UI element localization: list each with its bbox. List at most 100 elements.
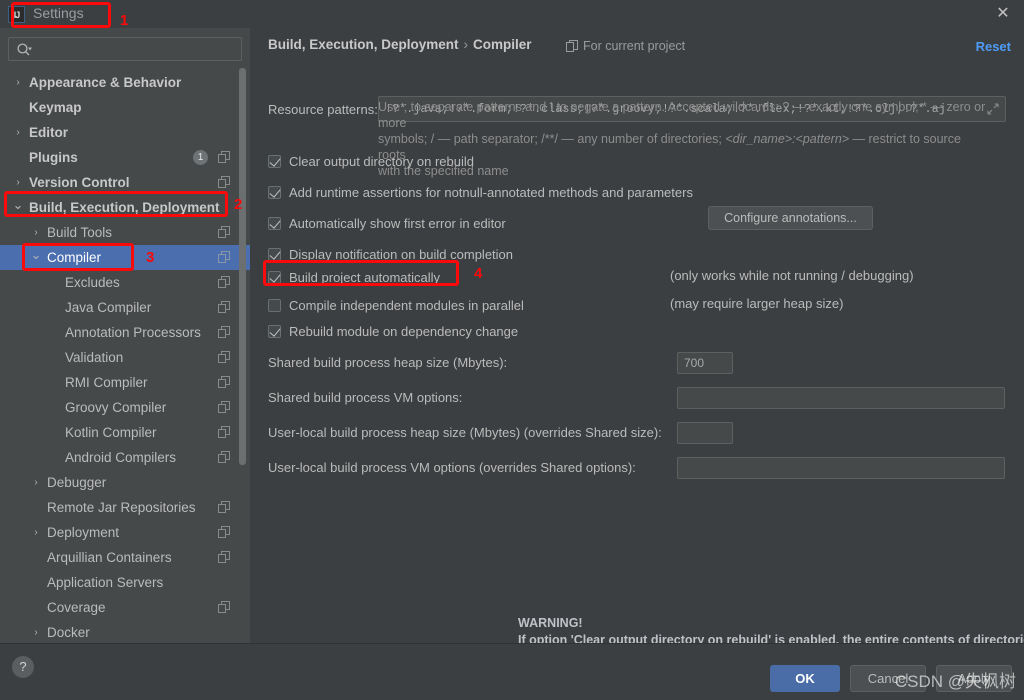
main-panel: Build, Execution, Deployment › Compiler Fo… — [250, 28, 1024, 664]
sidebar-item-label: Keymap — [29, 100, 82, 115]
copy-settings-icon[interactable] — [218, 226, 230, 238]
checkbox-compile-independent-modules-in-parallel[interactable]: Compile independent modules in parallel — [268, 296, 524, 314]
checkbox-indicator[interactable] — [268, 247, 281, 261]
resource-patterns-label: Resource patterns: — [268, 102, 378, 117]
sidebar-item-build-tools[interactable]: › Build Tools — [0, 220, 250, 245]
sidebar-item-rmi-compiler[interactable]: RMI Compiler — [0, 370, 250, 395]
cancel-button-label: Cancel — [867, 671, 909, 686]
copy-settings-icon[interactable] — [218, 376, 230, 388]
checkbox-automatically-show-first-error-in-editor[interactable]: Automatically show first error in editor — [268, 214, 506, 232]
copy-settings-icon[interactable] — [218, 401, 230, 413]
copy-settings-icon[interactable] — [218, 151, 230, 163]
sidebar-item-plugins[interactable]: Plugins 1 — [0, 145, 250, 170]
sidebar-item-remote-jar-repositories[interactable]: Remote Jar Repositories — [0, 495, 250, 520]
sidebar-item-appearance-behavior[interactable]: › Appearance & Behavior — [0, 70, 250, 95]
checkbox-indicator[interactable] — [268, 185, 281, 199]
chevron-right-icon[interactable]: › — [30, 527, 42, 539]
copy-settings-icon[interactable] — [218, 526, 230, 538]
chevron-down-icon[interactable]: ⌄ — [12, 198, 24, 214]
checkbox-label: Compile independent modules in parallel — [289, 297, 524, 313]
sidebar-item-label: Annotation Processors — [65, 325, 201, 340]
field-input[interactable] — [677, 387, 1005, 409]
chevron-right-icon[interactable]: › — [12, 77, 24, 89]
help-icon[interactable]: ? — [12, 656, 34, 678]
sidebar-item-deployment[interactable]: › Deployment — [0, 520, 250, 545]
checkbox-display-notification-on-build-completion[interactable]: Display notification on build completion — [268, 245, 513, 263]
sidebar-item-label: Compiler — [47, 250, 102, 265]
sidebar-item-label: RMI Compiler — [65, 375, 148, 390]
checkbox-indicator[interactable] — [268, 270, 281, 284]
sidebar-item-groovy-compiler[interactable]: Groovy Compiler — [0, 395, 250, 420]
configure-annotations-button[interactable]: Configure annotations... — [708, 206, 873, 230]
checkbox-label: Rebuild module on dependency change — [289, 323, 519, 339]
window-title: Settings — [33, 5, 84, 21]
sidebar-item-excludes[interactable]: Excludes — [0, 270, 250, 295]
checkbox-build-project-automatically[interactable]: Build project automatically — [268, 268, 440, 286]
sidebar-item-label: Application Servers — [47, 575, 164, 590]
copy-settings-icon[interactable] — [218, 301, 230, 313]
checkbox-rebuild-module-on-dependency-change[interactable]: Rebuild module on dependency change — [268, 322, 518, 340]
checkbox-indicator[interactable] — [268, 154, 281, 168]
copy-settings-icon[interactable] — [218, 326, 230, 338]
sidebar-item-build-execution-deployment[interactable]: ⌄ Build, Execution, Deployment — [0, 195, 250, 220]
sidebar-item-docker[interactable]: › Docker — [0, 620, 250, 643]
sidebar-item-kotlin-compiler[interactable]: Kotlin Compiler — [0, 420, 250, 445]
sidebar-item-validation[interactable]: Validation — [0, 345, 250, 370]
search-input[interactable] — [37, 39, 237, 59]
sidebar-item-editor[interactable]: › Editor — [0, 120, 250, 145]
copy-settings-icon[interactable] — [218, 426, 230, 438]
warning-title: WARNING! — [518, 616, 583, 630]
chevron-right-icon[interactable]: › — [30, 477, 42, 489]
checkbox-clear-output-directory-on-rebuild[interactable]: Clear output directory on rebuild — [268, 152, 474, 170]
copy-settings-icon[interactable] — [218, 451, 230, 463]
configure-annotations-label: Configure annotations... — [724, 211, 857, 225]
field-input[interactable]: 700 — [677, 352, 733, 374]
hint-line-1: Use ; to separate patterns and ! to nega… — [378, 100, 986, 130]
chevron-right-icon[interactable]: › — [30, 627, 42, 639]
copy-settings-icon[interactable] — [218, 351, 230, 363]
sidebar-item-label: Excludes — [65, 275, 120, 290]
apply-button[interactable]: Apply — [936, 665, 1012, 692]
settings-dialog: IJ Settings ✕ › Appearance & Behavior Keym… — [0, 0, 1024, 700]
chevron-right-icon[interactable]: › — [12, 177, 24, 189]
breadcrumb-root[interactable]: Build, Execution, Deployment — [268, 37, 459, 52]
expand-icon[interactable] — [987, 103, 999, 115]
search-box[interactable] — [8, 37, 242, 61]
checkbox-indicator[interactable] — [268, 324, 281, 338]
ok-button[interactable]: OK — [770, 665, 840, 692]
sidebar-item-coverage[interactable]: Coverage — [0, 595, 250, 620]
sidebar-item-annotation-processors[interactable]: Annotation Processors — [0, 320, 250, 345]
checkbox-indicator[interactable] — [268, 298, 281, 312]
copy-settings-icon[interactable] — [218, 276, 230, 288]
sidebar-item-java-compiler[interactable]: Java Compiler — [0, 295, 250, 320]
sidebar-item-application-servers[interactable]: Application Servers — [0, 570, 250, 595]
sidebar-item-compiler[interactable]: ⌄ Compiler — [0, 245, 250, 270]
sidebar-item-arquillian-containers[interactable]: Arquillian Containers — [0, 545, 250, 570]
copy-settings-icon[interactable] — [218, 601, 230, 613]
sidebar-item-label: Docker — [47, 625, 90, 640]
field-input[interactable] — [677, 422, 733, 444]
reset-link[interactable]: Reset — [976, 39, 1011, 54]
copy-settings-icon[interactable] — [218, 551, 230, 563]
checkbox-add-runtime-assertions-for-notnull-annotated-methods-and-parameters[interactable]: Add runtime assertions for notnull-annot… — [268, 183, 693, 201]
cancel-button[interactable]: Cancel — [850, 665, 926, 692]
chevron-right-icon[interactable]: › — [30, 227, 42, 239]
sidebar-item-keymap[interactable]: Keymap — [0, 95, 250, 120]
sidebar-item-version-control[interactable]: › Version Control — [0, 170, 250, 195]
sidebar-item-label: Java Compiler — [65, 300, 152, 315]
sidebar-item-debugger[interactable]: › Debugger — [0, 470, 250, 495]
copy-settings-icon[interactable] — [218, 501, 230, 513]
checkbox-indicator[interactable] — [268, 216, 281, 230]
checkbox-label: Clear output directory on rebuild — [289, 153, 474, 169]
chevron-right-icon[interactable]: › — [12, 127, 24, 139]
field-input[interactable] — [677, 457, 1005, 479]
copy-settings-icon[interactable] — [218, 176, 230, 188]
close-icon[interactable]: ✕ — [994, 6, 1012, 24]
copy-settings-icon[interactable] — [218, 251, 230, 263]
sidebar-item-label: Deployment — [47, 525, 120, 540]
sidebar-item-label: Build, Execution, Deployment — [29, 200, 220, 215]
sidebar-scrollbar-thumb[interactable] — [239, 68, 246, 465]
checkbox-label: Display notification on build completion — [289, 246, 514, 262]
chevron-down-icon[interactable]: ⌄ — [30, 248, 42, 264]
sidebar-item-android-compilers[interactable]: Android Compilers — [0, 445, 250, 470]
